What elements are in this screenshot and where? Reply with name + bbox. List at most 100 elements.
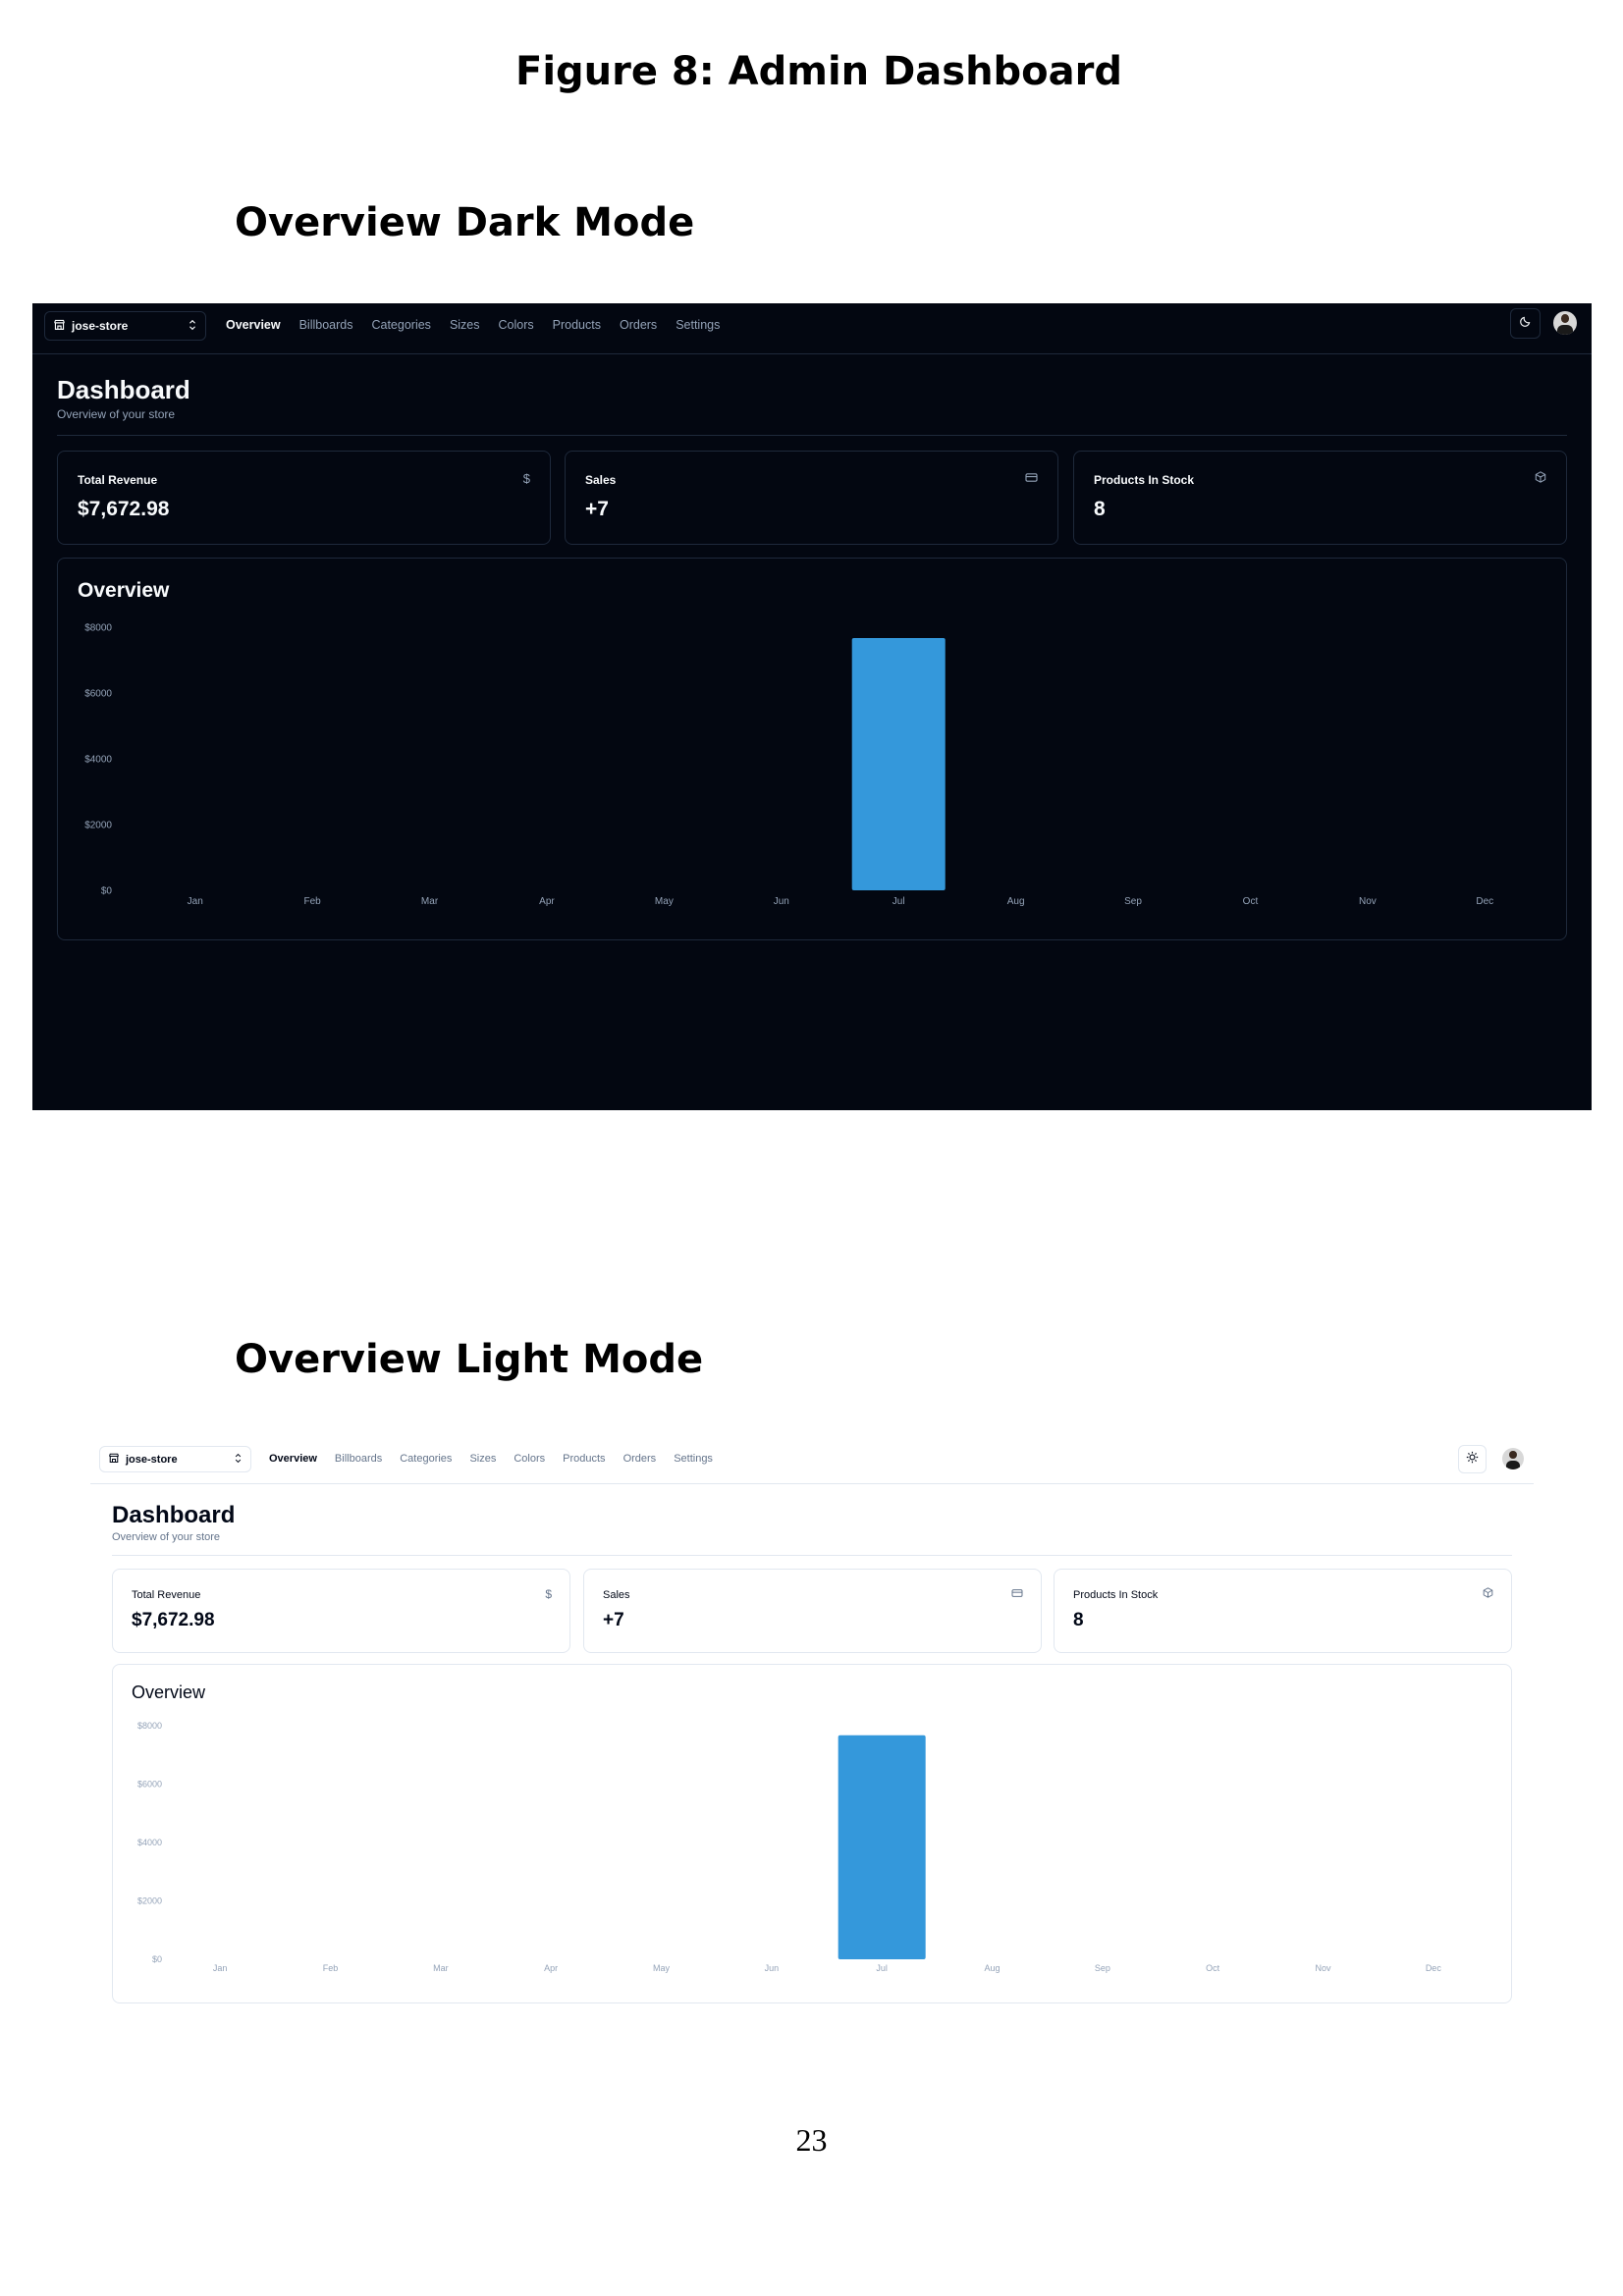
store-icon xyxy=(108,1452,120,1467)
store-switcher-label: jose-store xyxy=(126,1453,178,1466)
nav-billboards[interactable]: Billboards xyxy=(335,1453,382,1465)
store-icon xyxy=(53,318,66,334)
nav-sizes[interactable]: Sizes xyxy=(450,318,480,332)
products-in-stock-card: Products In Stock 8 xyxy=(1073,451,1567,545)
nav-products[interactable]: Products xyxy=(553,318,601,332)
nav-settings[interactable]: Settings xyxy=(674,1453,713,1465)
nav-overview[interactable]: Overview xyxy=(226,318,281,332)
light-mode-heading: Overview Light Mode xyxy=(235,1337,704,1382)
credit-card-icon xyxy=(1011,1587,1023,1601)
x-tick-label: Jan xyxy=(213,1963,228,1973)
total-revenue-card: Total Revenue $ $7,672.98 xyxy=(112,1569,570,1653)
card-title: Sales xyxy=(603,1589,630,1601)
dashboard-dark-screenshot: jose-store Overview Billboards Categorie… xyxy=(32,303,1592,1110)
x-tick-label: Aug xyxy=(1007,896,1025,907)
nav-products[interactable]: Products xyxy=(563,1453,605,1465)
x-tick-label: Dec xyxy=(1476,896,1493,907)
y-tick-label: $0 xyxy=(152,1954,162,1964)
overview-bar-chart: $0 $2000 $4000 $6000 $8000 Jan Feb Mar Apr May Jun… xyxy=(84,623,1493,908)
x-tick-label: May xyxy=(655,896,674,907)
nav-colors[interactable]: Colors xyxy=(514,1453,545,1465)
y-tick-label: $8000 xyxy=(84,623,112,634)
nav-sizes[interactable]: Sizes xyxy=(469,1453,496,1465)
top-navbar: jose-store Overview Billboards Categorie… xyxy=(90,1433,1534,1484)
x-tick-label: Mar xyxy=(433,1963,449,1973)
y-tick-label: $6000 xyxy=(84,689,112,700)
nav-categories[interactable]: Categories xyxy=(400,1453,452,1465)
page-subtitle: Overview of your store xyxy=(57,407,176,421)
x-tick-label: Sep xyxy=(1095,1963,1110,1973)
card-title: Products In Stock xyxy=(1073,1589,1159,1601)
store-switcher[interactable]: jose-store xyxy=(99,1446,251,1472)
store-switcher[interactable]: jose-store xyxy=(44,311,206,341)
package-icon xyxy=(1483,1587,1493,1601)
nav-categories[interactable]: Categories xyxy=(371,318,430,332)
y-tick-label: $2000 xyxy=(137,1896,162,1906)
x-tick-label: Sep xyxy=(1124,896,1142,907)
page-title: Dashboard xyxy=(57,375,190,404)
moon-icon xyxy=(1519,315,1532,333)
nav-overview[interactable]: Overview xyxy=(269,1453,317,1465)
page-subtitle: Overview of your store xyxy=(112,1531,221,1543)
y-tick-label: $4000 xyxy=(137,1838,162,1847)
card-value: +7 xyxy=(585,498,609,520)
chevrons-up-down-icon xyxy=(234,1453,243,1467)
user-avatar[interactable] xyxy=(1502,1448,1524,1469)
dashboard-light-screenshot: jose-store Overview Billboards Categorie… xyxy=(90,1433,1534,2012)
x-tick-label: Jun xyxy=(765,1963,780,1973)
sun-icon xyxy=(1466,1451,1479,1468)
overview-chart-card: Overview $0 $2000 $4000 $6000 $8000 Jan Feb Mar… xyxy=(57,558,1567,940)
nav-orders[interactable]: Orders xyxy=(623,1453,657,1465)
dark-mode-heading: Overview Dark Mode xyxy=(235,200,695,245)
theme-toggle-button[interactable] xyxy=(1458,1445,1487,1473)
nav-colors[interactable]: Colors xyxy=(499,318,534,332)
main-nav: Overview Billboards Categories Sizes Col… xyxy=(269,1453,713,1465)
dollar-icon: $ xyxy=(545,1587,552,1601)
store-switcher-label: jose-store xyxy=(72,319,129,333)
sales-card: Sales +7 xyxy=(583,1569,1042,1653)
bar-jul xyxy=(838,1735,926,1959)
package-icon xyxy=(1535,471,1546,486)
dollar-icon: $ xyxy=(522,471,530,486)
chevrons-up-down-icon xyxy=(188,319,197,334)
y-tick-label: $0 xyxy=(101,886,113,897)
x-tick-label: Apr xyxy=(544,1963,558,1973)
card-value: $7,672.98 xyxy=(78,498,170,520)
nav-billboards[interactable]: Billboards xyxy=(299,318,353,332)
card-title: Products In Stock xyxy=(1094,473,1195,487)
total-revenue-card: Total Revenue $ $7,672.98 xyxy=(57,451,551,545)
x-tick-label: Aug xyxy=(984,1963,1000,1973)
card-title: Total Revenue xyxy=(78,473,158,487)
x-tick-label: Apr xyxy=(539,896,555,907)
card-title: Sales xyxy=(585,473,617,487)
user-avatar[interactable] xyxy=(1553,311,1577,335)
figure-title: Figure 8: Admin Dashboard xyxy=(515,49,1123,94)
nav-orders[interactable]: Orders xyxy=(620,318,657,332)
x-tick-label: Oct xyxy=(1243,896,1259,907)
separator xyxy=(57,435,1567,436)
x-tick-label: May xyxy=(653,1963,671,1973)
card-value: 8 xyxy=(1073,1610,1084,1630)
theme-toggle-button[interactable] xyxy=(1510,308,1541,339)
sales-card: Sales +7 xyxy=(565,451,1058,545)
x-tick-label: Jan xyxy=(188,896,203,907)
main-nav: Overview Billboards Categories Sizes Col… xyxy=(226,318,720,332)
overview-bar-chart: $0 $2000 $4000 $6000 $8000 Jan Feb Mar Apr May Jun… xyxy=(137,1721,1442,1973)
x-tick-label: Feb xyxy=(323,1963,339,1973)
card-value: $7,672.98 xyxy=(132,1610,215,1630)
x-tick-label: Nov xyxy=(1359,896,1377,907)
nav-settings[interactable]: Settings xyxy=(676,318,720,332)
x-tick-label: Feb xyxy=(304,896,322,907)
bar-jul xyxy=(851,637,946,890)
overview-chart-card: Overview $0 $2000 $4000 $6000 $8000 Jan Feb Mar… xyxy=(112,1664,1512,2003)
x-tick-label: Nov xyxy=(1315,1963,1331,1973)
y-tick-label: $6000 xyxy=(137,1780,162,1789)
x-tick-label: Mar xyxy=(421,896,439,907)
x-tick-label: Jun xyxy=(774,896,789,907)
separator xyxy=(112,1555,1512,1556)
y-tick-label: $2000 xyxy=(84,821,112,831)
page-number: 23 xyxy=(795,2122,828,2158)
card-value: 8 xyxy=(1094,498,1106,520)
x-tick-label: Dec xyxy=(1426,1963,1442,1973)
top-navbar: jose-store Overview Billboards Categorie… xyxy=(32,303,1592,354)
